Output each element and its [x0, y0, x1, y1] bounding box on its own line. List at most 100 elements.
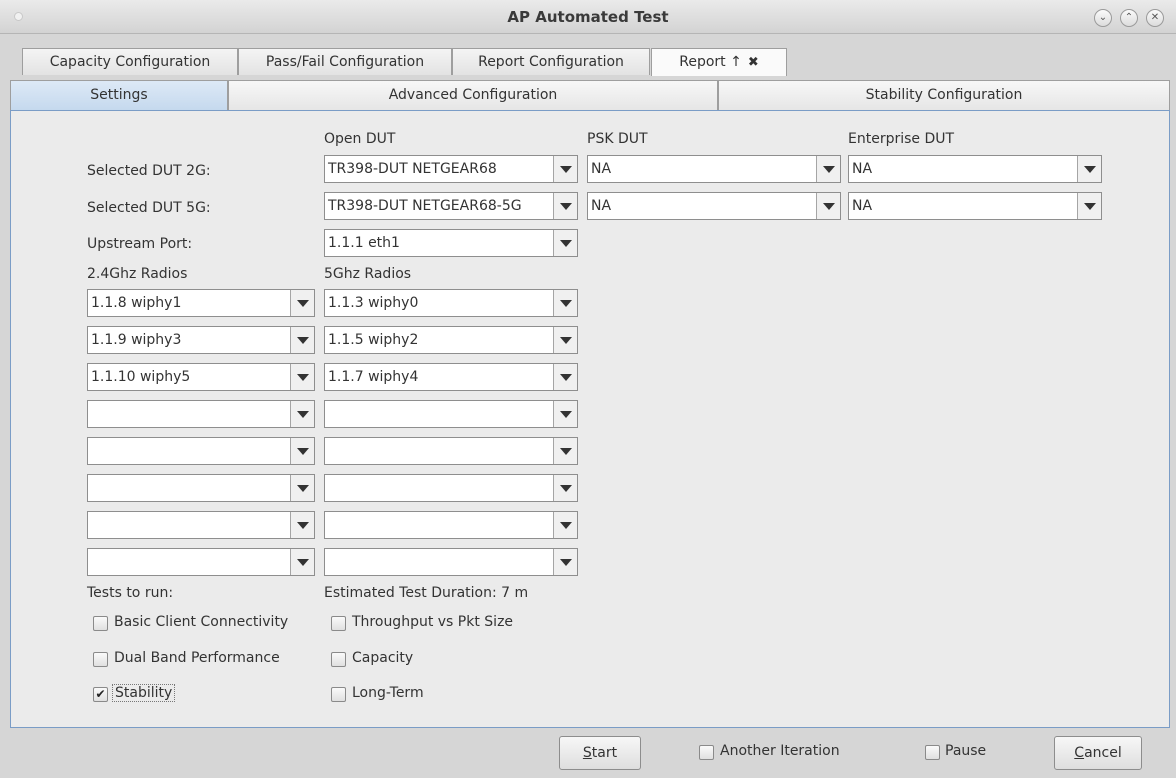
select-value: 1.1.5 wiphy2	[328, 332, 419, 348]
chevron-down-icon[interactable]	[290, 512, 314, 538]
select-value: NA	[591, 161, 612, 177]
settings-panel: Open DUT PSK DUT Enterprise DUT Selected…	[10, 110, 1170, 728]
tab-label: Settings	[90, 87, 148, 103]
chevron-down-icon[interactable]	[816, 156, 840, 182]
mnemonic: S	[582, 745, 592, 761]
dual-band-performance-checkbox[interactable]	[93, 652, 108, 667]
chevron-down-icon[interactable]	[553, 364, 577, 390]
select-value: NA	[852, 198, 873, 214]
chevron-down-icon[interactable]	[553, 156, 577, 182]
another-iteration-checkbox[interactable]	[699, 745, 714, 760]
stability-label[interactable]: Stability	[112, 684, 176, 702]
radio-5ghz-select-7[interactable]	[324, 511, 578, 539]
stability-checkbox[interactable]: ✔	[93, 687, 108, 702]
open-dut-2g-select[interactable]: TR398-DUT NETGEAR68	[324, 155, 578, 183]
tab-label: Report ↑	[679, 54, 742, 70]
chevron-down-icon[interactable]	[290, 401, 314, 427]
maximize-icon[interactable]: ⌃	[1120, 9, 1138, 27]
radio-24ghz-select-6[interactable]	[87, 474, 315, 502]
select-value: 1.1.1 eth1	[328, 235, 400, 251]
chevron-down-icon[interactable]	[290, 290, 314, 316]
open-dut-5g-select[interactable]: TR398-DUT NETGEAR68-5G	[324, 192, 578, 220]
selected-dut-2g-label: Selected DUT 2G:	[87, 163, 211, 179]
tab-close-icon[interactable]: ✖	[748, 55, 759, 70]
radio-5ghz-select-8[interactable]	[324, 548, 578, 576]
title-bar: AP Automated Test ⌄ ⌃ ✕	[0, 0, 1176, 34]
radio-5ghz-select-3[interactable]: 1.1.7 wiphy4	[324, 363, 578, 391]
tab-pass-fail-configuration[interactable]: Pass/Fail Configuration	[238, 48, 452, 75]
start-button[interactable]: Start	[559, 736, 641, 770]
tab-label: Stability Configuration	[865, 87, 1023, 103]
close-icon[interactable]: ✕	[1146, 9, 1164, 27]
tab-report[interactable]: Report ↑ ✖	[651, 48, 787, 76]
chevron-down-icon[interactable]	[553, 475, 577, 501]
basic-client-connectivity-checkbox[interactable]	[93, 616, 108, 631]
throughput-vs-pkt-size-checkbox[interactable]	[331, 616, 346, 631]
pause-label[interactable]: Pause	[945, 743, 986, 759]
radio-24ghz-select-5[interactable]	[87, 437, 315, 465]
chevron-down-icon[interactable]	[553, 327, 577, 353]
radio-24ghz-select-3[interactable]: 1.1.10 wiphy5	[87, 363, 315, 391]
chevron-down-icon[interactable]	[1077, 156, 1101, 182]
chevron-down-icon[interactable]	[553, 512, 577, 538]
dual-band-performance-label[interactable]: Dual Band Performance	[114, 650, 280, 666]
tab-capacity-configuration[interactable]: Capacity Configuration	[22, 48, 238, 75]
radio-5ghz-select-4[interactable]	[324, 400, 578, 428]
radio-5ghz-select-1[interactable]: 1.1.3 wiphy0	[324, 289, 578, 317]
checkmark-icon: ✔	[95, 687, 106, 701]
radio-5ghz-select-5[interactable]	[324, 437, 578, 465]
select-value: 1.1.9 wiphy3	[91, 332, 182, 348]
chevron-down-icon[interactable]	[290, 549, 314, 575]
capacity-checkbox[interactable]	[331, 652, 346, 667]
basic-client-connectivity-label[interactable]: Basic Client Connectivity	[114, 614, 288, 630]
chevron-down-icon[interactable]	[553, 438, 577, 464]
radio-24ghz-select-8[interactable]	[87, 548, 315, 576]
upstream-port-select[interactable]: 1.1.1 eth1	[324, 229, 578, 257]
chevron-down-icon[interactable]	[553, 290, 577, 316]
chevron-down-icon[interactable]	[553, 230, 577, 256]
radios-24ghz-label: 2.4Ghz Radios	[87, 266, 188, 282]
psk-dut-2g-select[interactable]: NA	[587, 155, 841, 183]
button-label: tart	[591, 745, 618, 761]
chevron-down-icon[interactable]	[816, 193, 840, 219]
radio-5ghz-select-6[interactable]	[324, 474, 578, 502]
tab-label: Capacity Configuration	[49, 54, 211, 70]
tab-advanced-configuration[interactable]: Advanced Configuration	[228, 80, 718, 110]
long-term-checkbox[interactable]	[331, 687, 346, 702]
enterprise-dut-5g-select[interactable]: NA	[848, 192, 1102, 220]
tab-label: Report Configuration	[478, 54, 624, 70]
cancel-button[interactable]: Cancel	[1054, 736, 1142, 770]
enterprise-dut-2g-select[interactable]: NA	[848, 155, 1102, 183]
chevron-down-icon[interactable]	[290, 364, 314, 390]
psk-dut-5g-select[interactable]: NA	[587, 192, 841, 220]
tab-report-configuration[interactable]: Report Configuration	[452, 48, 650, 75]
minimize-icon[interactable]: ⌄	[1094, 9, 1112, 27]
estimated-duration-label: Estimated Test Duration: 7 m	[324, 585, 529, 601]
mnemonic: C	[1074, 745, 1085, 761]
open-dut-header: Open DUT	[324, 131, 396, 147]
upstream-port-label: Upstream Port:	[87, 236, 193, 252]
chevron-down-icon[interactable]	[290, 475, 314, 501]
tab-settings[interactable]: Settings	[10, 80, 228, 110]
radio-24ghz-select-1[interactable]: 1.1.8 wiphy1	[87, 289, 315, 317]
chevron-down-icon[interactable]	[290, 438, 314, 464]
radio-5ghz-select-2[interactable]: 1.1.5 wiphy2	[324, 326, 578, 354]
radio-24ghz-select-2[interactable]: 1.1.9 wiphy3	[87, 326, 315, 354]
chevron-down-icon[interactable]	[553, 549, 577, 575]
chevron-down-icon[interactable]	[553, 401, 577, 427]
long-term-label[interactable]: Long-Term	[352, 685, 424, 701]
chevron-down-icon[interactable]	[553, 193, 577, 219]
chevron-down-icon[interactable]	[1077, 193, 1101, 219]
pause-checkbox[interactable]	[925, 745, 940, 760]
tab-stability-configuration[interactable]: Stability Configuration	[718, 80, 1170, 110]
capacity-label[interactable]: Capacity	[352, 650, 413, 666]
selected-dut-5g-label: Selected DUT 5G:	[87, 200, 211, 216]
radio-24ghz-select-7[interactable]	[87, 511, 315, 539]
select-value: 1.1.7 wiphy4	[328, 369, 419, 385]
throughput-vs-pkt-size-label[interactable]: Throughput vs Pkt Size	[352, 614, 513, 630]
chevron-down-icon[interactable]	[290, 327, 314, 353]
tests-to-run-label: Tests to run:	[87, 585, 174, 601]
radio-24ghz-select-4[interactable]	[87, 400, 315, 428]
footer-bar: Start Another Iteration Pause Cancel	[0, 729, 1176, 778]
another-iteration-label[interactable]: Another Iteration	[720, 743, 840, 759]
